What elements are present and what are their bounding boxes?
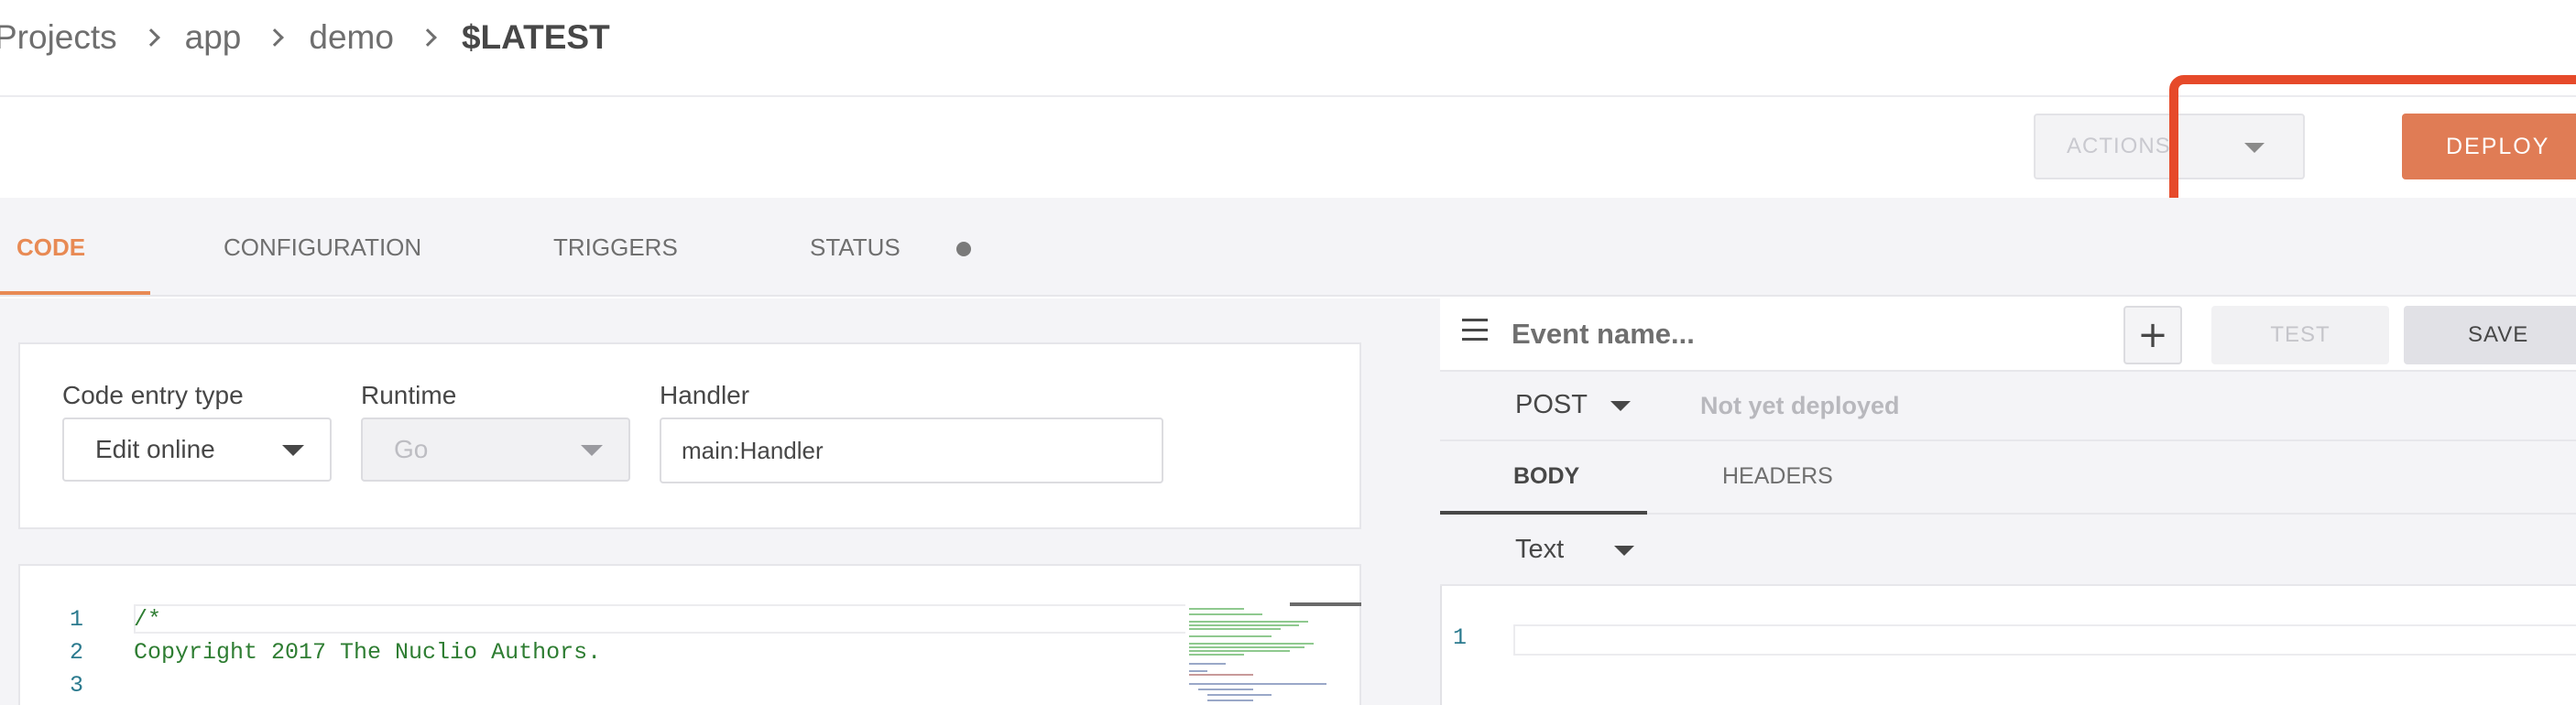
add-event-button[interactable]: +	[2123, 306, 2182, 364]
handler-input[interactable]	[660, 418, 1163, 483]
code-line: Copyright 2017 The Nuclio Authors.	[134, 639, 602, 666]
request-tabs	[1440, 441, 2576, 515]
method-select[interactable]: POST	[1515, 390, 1588, 420]
code-entry-type-value: Edit online	[95, 435, 215, 463]
chevron-right-icon	[141, 28, 160, 47]
save-button[interactable]: SAVE	[2404, 306, 2576, 364]
tab-triggers[interactable]: TRIGGERS	[553, 198, 678, 297]
active-tab-indicator	[0, 291, 150, 295]
runtime-label: Runtime	[361, 381, 457, 409]
tab-body[interactable]: BODY	[1513, 463, 1579, 490]
editor-scroll-indicator	[1290, 602, 1361, 606]
event-name-input[interactable]	[1512, 311, 2098, 357]
actions-label: ACTIONS	[2067, 134, 2171, 158]
code-line: /*	[134, 606, 162, 633]
caret-down-icon	[581, 445, 603, 456]
breadcrumb-demo[interactable]: demo	[309, 18, 394, 57]
deploy-status-text: Not yet deployed	[1700, 392, 1900, 419]
test-button[interactable]: TEST	[2211, 306, 2389, 364]
function-tabs: CODE CONFIGURATION TRIGGERS STATUS	[0, 198, 2576, 297]
tab-configuration[interactable]: CONFIGURATION	[224, 198, 421, 297]
line-number: 1	[1453, 624, 1468, 651]
body-type-row	[1440, 515, 2576, 586]
caret-down-icon[interactable]	[1610, 401, 1631, 411]
code-entry-type-label: Code entry type	[62, 381, 244, 409]
caret-down-icon	[282, 445, 304, 456]
caret-down-icon[interactable]	[1614, 546, 1634, 556]
chevron-right-icon	[266, 28, 285, 47]
runtime-value: Go	[394, 435, 429, 463]
status-dot-icon	[956, 242, 971, 256]
code-editor[interactable]	[18, 564, 1361, 705]
code-minimap[interactable]	[1185, 604, 1336, 705]
menu-icon[interactable]	[1462, 319, 1488, 341]
breadcrumb: Projects app demo $LATEST	[0, 15, 610, 60]
body-editor[interactable]	[1513, 624, 2576, 656]
runtime-select[interactable]: Go	[361, 418, 630, 482]
code-entry-type-select[interactable]: Edit online	[62, 418, 332, 482]
tab-status[interactable]: STATUS	[810, 198, 901, 297]
tab-code[interactable]: CODE	[16, 198, 85, 297]
breadcrumb-app[interactable]: app	[185, 18, 242, 57]
line-number: 2	[70, 639, 84, 666]
line-number: 1	[70, 606, 84, 633]
tab-headers[interactable]: HEADERS	[1722, 463, 1833, 490]
handler-label: Handler	[660, 381, 750, 409]
body-type-select[interactable]: Text	[1515, 535, 1564, 565]
breadcrumb-current: $LATEST	[461, 18, 610, 56]
chevron-right-icon	[419, 28, 437, 47]
plus-icon: +	[2137, 314, 2168, 356]
line-number: 3	[70, 672, 84, 699]
current-line-highlight	[134, 604, 1187, 634]
breadcrumb-projects[interactable]: Projects	[0, 18, 117, 57]
